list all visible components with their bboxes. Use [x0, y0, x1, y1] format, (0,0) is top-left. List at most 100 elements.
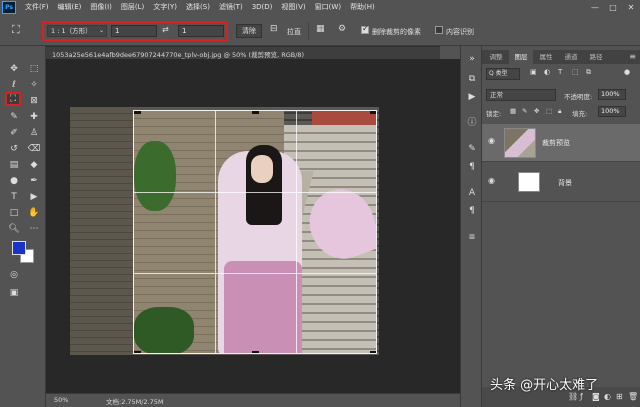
- grid-overlay-icon[interactable]: ▦: [316, 24, 325, 34]
- lock-transparent-icon[interactable]: ▦: [510, 107, 516, 115]
- mask-icon[interactable]: ◙: [592, 392, 600, 401]
- eye-icon[interactable]: ◉: [488, 176, 495, 185]
- menu-help[interactable]: 帮助(H): [350, 2, 375, 12]
- lock-artboard-icon[interactable]: ⬚: [546, 107, 552, 115]
- lock-position-icon[interactable]: ✥: [534, 107, 539, 115]
- brush-settings-icon[interactable]: ✎: [465, 142, 479, 156]
- marquee-tool-icon[interactable]: ⬚: [26, 62, 42, 76]
- tab-properties[interactable]: 属性: [534, 50, 558, 64]
- fx-icon[interactable]: ƒ: [580, 392, 583, 401]
- history-brush-icon[interactable]: ↺: [6, 142, 22, 156]
- menu-edit[interactable]: 编辑(E): [58, 2, 82, 12]
- smart-filter-icon[interactable]: ⧉: [586, 68, 591, 77]
- document-tab[interactable]: 1053a25e561e4afb9dee67907244770e_tplv-ob…: [46, 46, 440, 59]
- trash-icon[interactable]: 🗑︎: [628, 392, 638, 401]
- crop-height-input[interactable]: 1: [178, 25, 224, 37]
- tab-paths[interactable]: 路径: [584, 50, 608, 64]
- maximize-button[interactable]: □: [604, 0, 622, 14]
- rectangle-tool-icon[interactable]: □: [6, 206, 22, 220]
- crop-handle-bottom-right[interactable]: [370, 351, 376, 353]
- image-filter-icon[interactable]: ▣: [530, 68, 537, 76]
- history-icon[interactable]: ⧉: [465, 72, 479, 86]
- crop-handle-top-right[interactable]: [370, 111, 376, 114]
- link-icon[interactable]: ⛓: [568, 392, 578, 401]
- healing-brush-icon[interactable]: ✚: [26, 110, 42, 124]
- opacity-input[interactable]: 100%: [598, 89, 626, 100]
- screen-mode-icon[interactable]: ▣: [6, 286, 22, 300]
- clone-source-icon[interactable]: ¶: [465, 160, 479, 174]
- crop-tool-preset-icon[interactable]: ⛶: [12, 23, 26, 37]
- panel-menu-icon[interactable]: ≡: [629, 50, 636, 64]
- menu-image[interactable]: 图像(I): [90, 2, 112, 12]
- type-filter-icon[interactable]: T: [558, 68, 562, 76]
- crop-tool-icon[interactable]: ⛶: [5, 92, 21, 106]
- canvas-area[interactable]: [46, 59, 460, 393]
- hand-tool-icon[interactable]: ✋: [26, 206, 42, 220]
- adjust-filter-icon[interactable]: ◐: [544, 68, 550, 76]
- tab-channels[interactable]: 通道: [559, 50, 583, 64]
- menu-window[interactable]: 窗口(W): [315, 2, 341, 12]
- eyedropper-icon[interactable]: ✎: [6, 110, 22, 124]
- shape-filter-icon[interactable]: ⬚: [572, 68, 579, 76]
- magic-wand-icon[interactable]: ✧: [26, 78, 42, 92]
- stamp-tool-icon[interactable]: ♙: [26, 126, 42, 140]
- gear-icon[interactable]: ⚙: [338, 24, 346, 34]
- lock-all-icon[interactable]: 🔒︎: [558, 107, 561, 116]
- menu-view[interactable]: 视图(V): [281, 2, 305, 12]
- menu-file[interactable]: 文件(F): [25, 2, 49, 12]
- crop-handle-bottom[interactable]: [252, 351, 259, 353]
- menu-select[interactable]: 选择(S): [186, 2, 210, 12]
- adjustment-layer-icon[interactable]: ◐: [604, 392, 611, 401]
- eye-icon[interactable]: ◉: [488, 136, 495, 145]
- frame-tool-icon[interactable]: ⊠: [26, 94, 42, 108]
- swap-icon[interactable]: ⇄: [162, 25, 169, 34]
- crop-handle-top[interactable]: [252, 111, 259, 114]
- tab-adjustments[interactable]: 调整: [484, 50, 508, 64]
- new-layer-icon[interactable]: ⊞: [616, 392, 623, 401]
- layer-row-background[interactable]: ◉ 背景: [482, 164, 640, 202]
- collapse-icon[interactable]: »: [465, 52, 479, 66]
- lock-pixels-icon[interactable]: ✎: [522, 107, 527, 115]
- clear-button[interactable]: 清除: [236, 24, 262, 38]
- move-tool-icon[interactable]: ✥: [6, 62, 22, 76]
- menu-3d[interactable]: 3D(D): [252, 3, 273, 11]
- crop-width-input[interactable]: 1: [111, 25, 157, 37]
- filter-toggle-icon[interactable]: ●: [624, 68, 630, 76]
- actions-icon[interactable]: ▶: [465, 90, 479, 104]
- fill-input[interactable]: 100%: [598, 106, 626, 117]
- crop-handle-bottom-left[interactable]: [134, 351, 141, 353]
- tab-layers[interactable]: 图层: [509, 50, 533, 64]
- crop-preview-frame[interactable]: [133, 110, 377, 354]
- content-aware-checkbox[interactable]: [435, 26, 443, 34]
- eraser-tool-icon[interactable]: ⌫: [26, 142, 42, 156]
- menu-type[interactable]: 文字(Y): [153, 2, 177, 12]
- info-icon[interactable]: ⓘ: [465, 116, 479, 130]
- layer-comps-icon[interactable]: ⧈: [465, 230, 479, 244]
- more-tools-icon[interactable]: ⋯: [26, 222, 42, 236]
- ratio-select[interactable]: 1 : 1（方形） ⌄: [47, 25, 107, 37]
- brush-tool-icon[interactable]: ✐: [6, 126, 22, 140]
- lasso-tool-icon[interactable]: ℓ: [6, 78, 22, 92]
- blur-tool-icon[interactable]: ◆: [26, 158, 42, 172]
- blend-mode-select[interactable]: 正常: [486, 89, 556, 101]
- crop-handle-top-left[interactable]: [134, 111, 141, 114]
- pen-tool-icon[interactable]: ✒: [26, 174, 42, 188]
- menu-layer[interactable]: 图层(L): [121, 2, 144, 12]
- minimize-button[interactable]: —: [586, 0, 604, 14]
- quick-mask-icon[interactable]: ◎: [6, 268, 22, 282]
- foreground-color-swatch[interactable]: [12, 241, 26, 255]
- zoom-level[interactable]: 50%: [54, 396, 68, 404]
- gradient-tool-icon[interactable]: ▤: [6, 158, 22, 172]
- straighten-icon[interactable]: ⊟: [270, 24, 278, 34]
- character-icon[interactable]: A: [465, 186, 479, 200]
- path-select-icon[interactable]: ▶: [26, 190, 42, 204]
- straighten-label[interactable]: 拉直: [287, 27, 301, 37]
- dodge-tool-icon[interactable]: ●: [6, 174, 22, 188]
- zoom-tool-icon[interactable]: 🔍︎: [6, 222, 22, 236]
- layer-row-crop-preview[interactable]: ◉ 裁剪预览: [482, 124, 640, 162]
- close-window-button[interactable]: ✕: [622, 0, 640, 14]
- menu-filter[interactable]: 滤镜(T): [219, 2, 243, 12]
- paragraph-icon[interactable]: ¶: [465, 204, 479, 218]
- delete-cropped-checkbox[interactable]: [361, 24, 369, 34]
- type-tool-icon[interactable]: T: [6, 190, 22, 204]
